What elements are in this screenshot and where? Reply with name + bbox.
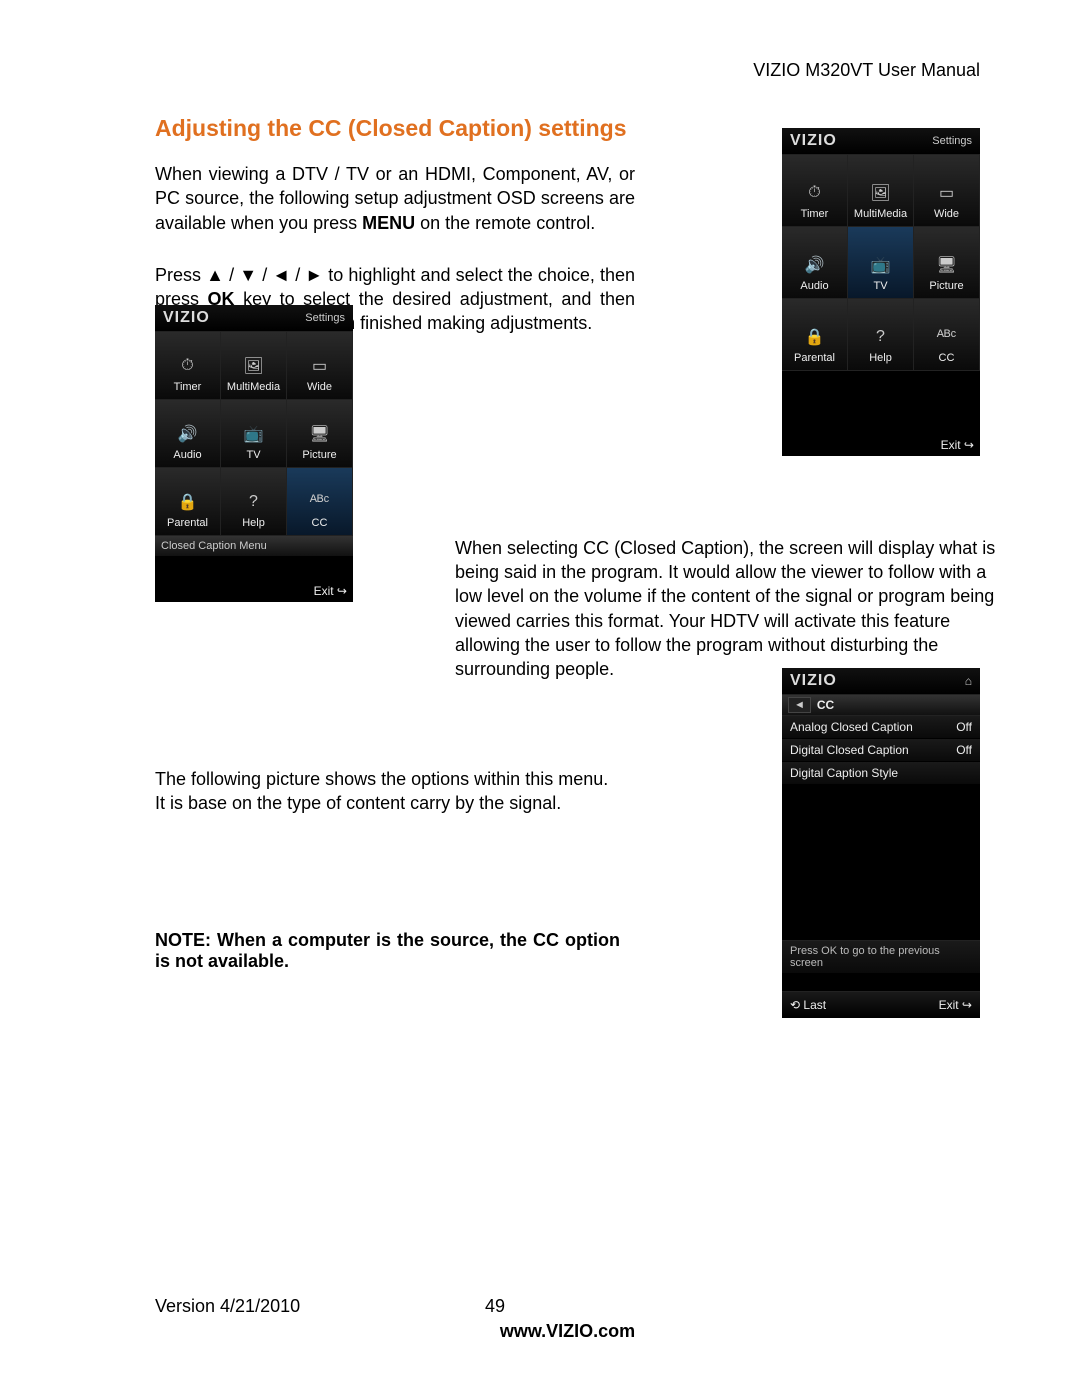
help-icon: ? — [868, 326, 894, 348]
intro-1-b: on the remote control. — [415, 213, 595, 233]
help-icon: ? — [241, 491, 267, 513]
timer-icon: ⏱ — [175, 355, 201, 377]
osd-cell-label: Picture — [302, 449, 336, 461]
parental-icon: 🔒 — [802, 326, 828, 348]
multimedia-icon: 🖼 — [241, 355, 267, 377]
osd-settings-panel-small: VIZIO Settings ⏱ Timer 🖼 MultiMedia ▭ Wide 🔊 Au… — [155, 305, 353, 602]
cc-option-label: Digital Caption Style — [790, 766, 898, 780]
osd-cell-label: Audio — [800, 280, 828, 292]
osd-cell-tv[interactable]: 📺 TV — [221, 399, 287, 467]
settings-label: Settings — [932, 135, 972, 147]
osd-cell-label: MultiMedia — [854, 208, 907, 220]
options-paragraph: The following picture shows the options … — [155, 767, 620, 816]
note-paragraph: NOTE: When a computer is the source, the… — [155, 930, 620, 972]
manual-header: VIZIO M320VT User Manual — [753, 60, 980, 81]
cc-breadcrumb: CC — [817, 698, 834, 712]
cc-option-row[interactable]: Digital Closed Caption Off — [782, 739, 980, 762]
wide-icon: ▭ — [934, 182, 960, 204]
settings-label: Settings — [305, 312, 345, 324]
parental-icon: 🔒 — [175, 491, 201, 513]
osd-cell-timer[interactable]: ⏱ Timer — [782, 154, 848, 226]
osd-cell-picture[interactable]: 🖥 Picture — [287, 399, 353, 467]
osd-cell-tv[interactable]: 📺 TV — [848, 226, 914, 298]
osd-cell-parental[interactable]: 🔒 Parental — [782, 298, 848, 370]
timer-icon: ⏱ — [802, 182, 828, 204]
osd-cell-label: Wide — [934, 208, 959, 220]
osd-cell-label: CC — [312, 517, 328, 529]
osd-cell-label: Parental — [794, 352, 835, 364]
osd-cell-label: Picture — [929, 280, 963, 292]
osd-cell-label: Timer — [174, 381, 202, 393]
cc-icon: ᴬᴮᶜ — [934, 326, 960, 348]
tv-icon: 📺 — [241, 423, 267, 445]
osd-cell-label: CC — [939, 352, 955, 364]
osd-cell-help[interactable]: ? Help — [848, 298, 914, 370]
page-footer: Version 4/21/2010 49 www.VIZIO.com — [155, 1296, 980, 1342]
picture-icon: 🖥 — [307, 423, 333, 445]
osd-cell-parental[interactable]: 🔒 Parental — [155, 467, 221, 535]
wide-icon: ▭ — [307, 355, 333, 377]
cc-hint: Press OK to go to the previous screen — [782, 940, 980, 973]
osd-cell-label: Help — [242, 517, 265, 529]
multimedia-icon: 🖼 — [868, 182, 894, 204]
vizio-logo: VIZIO — [163, 309, 210, 327]
cc-option-value: Off — [956, 720, 972, 734]
tv-icon: 📺 — [868, 254, 894, 276]
osd-cell-label: Parental — [167, 517, 208, 529]
osd-cell-label: Wide — [307, 381, 332, 393]
cc-option-value: Off — [956, 743, 972, 757]
cc-option-label: Analog Closed Caption — [790, 720, 913, 734]
cc-option-row[interactable]: Digital Caption Style — [782, 762, 980, 785]
intro-paragraph-1: When viewing a DTV / TV or an HDMI, Comp… — [155, 162, 635, 235]
osd-cell-label: Help — [869, 352, 892, 364]
osd-cell-label: TV — [873, 280, 887, 292]
osd-cell-cc[interactable]: ᴬᴮᶜ CC — [914, 298, 980, 370]
osd-cell-picture[interactable]: 🖥 Picture — [914, 226, 980, 298]
osd-cc-panel: VIZIO ⌂ ◄ CC Analog Closed CaptionOffDig… — [782, 668, 980, 1018]
osd-cell-timer[interactable]: ⏱ Timer — [155, 331, 221, 399]
osd-cell-cc[interactable]: ᴬᴮᶜ CC — [287, 467, 353, 535]
vizio-logo: VIZIO — [790, 672, 837, 690]
footer-url: www.VIZIO.com — [155, 1321, 980, 1342]
cc-option-label: Digital Closed Caption — [790, 743, 909, 757]
osd-cell-help[interactable]: ? Help — [221, 467, 287, 535]
audio-icon: 🔊 — [802, 254, 828, 276]
osd-exit-small[interactable]: Exit ↪ — [155, 580, 353, 602]
osd-cell-label: Timer — [801, 208, 829, 220]
osd-exit-large[interactable]: Exit ↪ — [782, 434, 980, 456]
back-arrow-icon[interactable]: ◄ — [788, 697, 811, 713]
osd-cell-label: TV — [246, 449, 260, 461]
cc-exit-button[interactable]: Exit ↪ — [939, 998, 972, 1012]
footer-page-number: 49 — [485, 1296, 505, 1317]
cc-last-button[interactable]: ⟲ Last — [790, 998, 826, 1012]
cc-explain-paragraph: When selecting CC (Closed Caption), the … — [455, 536, 1015, 682]
osd-settings-panel-large: VIZIO Settings ⏱ Timer 🖼 MultiMedia ▭ Wide 🔊 Au… — [782, 128, 980, 456]
intro-1-menu: MENU — [362, 213, 415, 233]
osd-cell-multimedia[interactable]: 🖼 MultiMedia — [848, 154, 914, 226]
osd-cell-label: MultiMedia — [227, 381, 280, 393]
osd-cell-wide[interactable]: ▭ Wide — [287, 331, 353, 399]
cc-option-row[interactable]: Analog Closed Caption Off — [782, 716, 980, 739]
osd-cell-label: Audio — [173, 449, 201, 461]
osd-cell-wide[interactable]: ▭ Wide — [914, 154, 980, 226]
cc-icon: ᴬᴮᶜ — [307, 491, 333, 513]
osd-cell-multimedia[interactable]: 🖼 MultiMedia — [221, 331, 287, 399]
footer-version: Version 4/21/2010 — [155, 1296, 485, 1317]
cc-submenu-label: Closed Caption Menu — [155, 535, 353, 556]
home-icon[interactable]: ⌂ — [965, 674, 972, 688]
picture-icon: 🖥 — [934, 254, 960, 276]
audio-icon: 🔊 — [175, 423, 201, 445]
osd-cell-audio[interactable]: 🔊 Audio — [782, 226, 848, 298]
vizio-logo: VIZIO — [790, 132, 837, 150]
osd-cell-audio[interactable]: 🔊 Audio — [155, 399, 221, 467]
